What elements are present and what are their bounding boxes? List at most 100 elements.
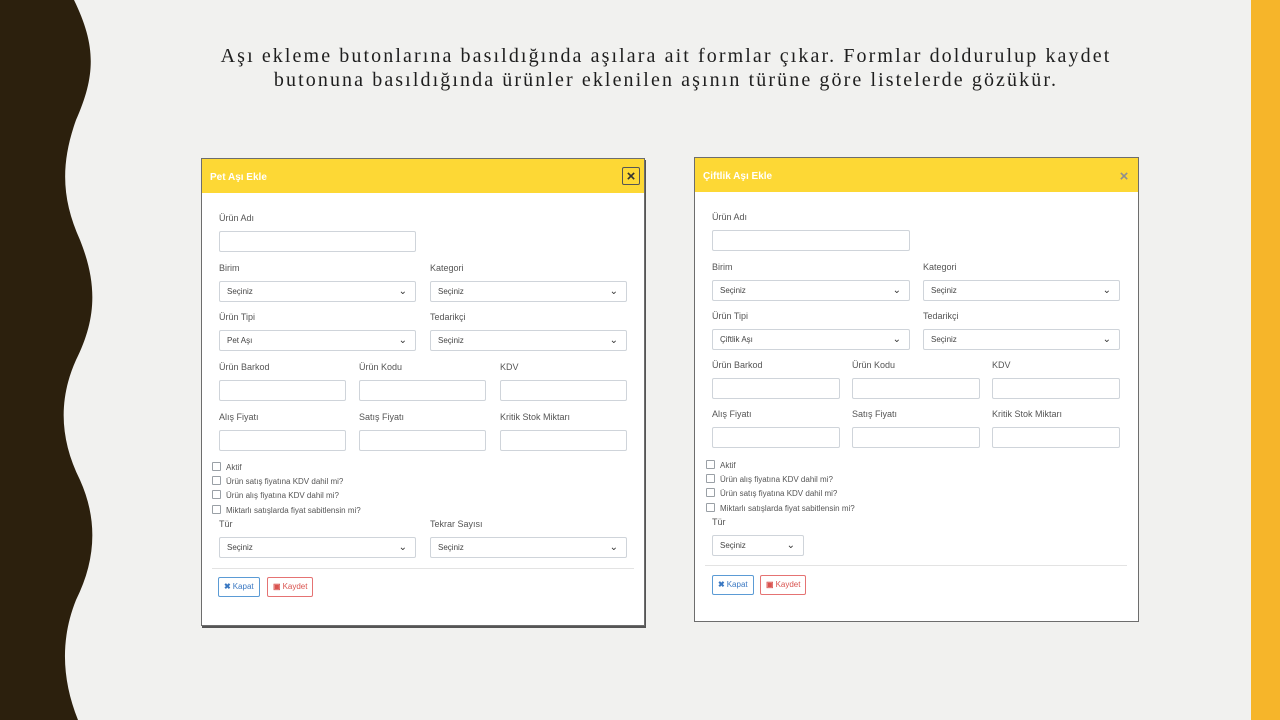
x-icon: ✖	[224, 582, 231, 591]
kapat-label: Kapat	[232, 582, 254, 591]
tekrar-value: Seçiniz	[438, 543, 464, 552]
birim-select[interactable]: Seçiniz ⌄	[219, 281, 416, 302]
birim-value: Seçiniz	[720, 286, 746, 295]
tur-select[interactable]: Seçiniz ⌄	[712, 535, 804, 556]
tedarikci-select[interactable]: Seçiniz ⌄	[923, 329, 1120, 350]
urun-tipi-select[interactable]: Pet Aşı ⌄	[219, 330, 416, 351]
urun-kodu-input[interactable]	[852, 378, 980, 399]
chevron-down-icon: ⌄	[786, 540, 795, 551]
checkbox-box[interactable]	[706, 460, 715, 469]
label-satis-fiyati: Satış Fiyatı	[852, 409, 898, 419]
checkbox-box[interactable]	[212, 476, 221, 485]
chevron-down-icon: ⌄	[609, 335, 618, 346]
heading-line-2: butonuna basıldığında ürünler eklenilen …	[273, 69, 1059, 91]
label-kritik-stok: Kritik Stok Miktarı	[992, 409, 1063, 419]
heading-line-1: Aşı ekleme butonlarına basıldığında aşıl…	[220, 45, 1112, 67]
kategori-select[interactable]: Seçiniz ⌄	[923, 280, 1120, 301]
tedarikci-value: Seçiniz	[931, 335, 957, 344]
aktif-label: Aktif	[720, 461, 736, 470]
chevron-down-icon: ⌄	[892, 285, 901, 296]
urun-kodu-input[interactable]	[359, 380, 486, 401]
pet-vaccine-modal: Pet Aşı Ekle × Ürün Adı Birim Seçiniz ⌄ K…	[201, 158, 645, 626]
label-urun-barkod: Ürün Barkod	[712, 360, 763, 370]
kdv-input[interactable]	[500, 380, 627, 401]
floppy-disk-icon: ▣	[273, 582, 281, 591]
urun-tipi-select[interactable]: Çiftlik Aşı ⌄	[712, 329, 910, 350]
satis-fiyati-input[interactable]	[852, 427, 980, 448]
aktif-checkbox[interactable]: Aktif	[706, 460, 736, 470]
satis-kdv-checkbox[interactable]: Ürün satış fiyatına KDV dahil mi?	[212, 476, 343, 486]
chevron-down-icon: ⌄	[398, 335, 407, 346]
miktarli-checkbox[interactable]: Miktarlı satışlarda fiyat sabitlensin mi…	[212, 505, 361, 515]
chevron-down-icon: ⌄	[1102, 334, 1111, 345]
urun-tipi-value: Pet Aşı	[227, 336, 253, 345]
label-alis-fiyati: Alış Fiyatı	[219, 412, 259, 422]
tekrar-sayisi-select[interactable]: Seçiniz ⌄	[430, 537, 627, 558]
kategori-value: Seçiniz	[931, 286, 957, 295]
kapat-label: Kapat	[726, 580, 748, 589]
tur-select[interactable]: Seçiniz ⌄	[219, 537, 416, 558]
kdv-input[interactable]	[992, 378, 1120, 399]
label-tur: Tür	[712, 517, 726, 527]
chevron-down-icon: ⌄	[609, 286, 618, 297]
tedarikci-select[interactable]: Seçiniz ⌄	[430, 330, 627, 351]
wavy-side-decoration	[0, 0, 93, 720]
kritik-stok-input[interactable]	[500, 430, 627, 451]
alis-fiyati-input[interactable]	[712, 427, 840, 448]
urun-barkod-input[interactable]	[712, 378, 840, 399]
label-urun-barkod: Ürün Barkod	[219, 362, 270, 372]
satis-fiyati-input[interactable]	[359, 430, 486, 451]
chevron-down-icon: ⌄	[1102, 285, 1111, 296]
label-satis-fiyati: Satış Fiyatı	[359, 412, 405, 422]
kapat-button[interactable]: ✖ Kapat	[218, 577, 260, 597]
farm-vaccine-modal: Çiftlik Aşı Ekle × Ürün Adı Birim Seçini…	[694, 157, 1139, 622]
x-icon: ✖	[718, 580, 725, 589]
label-tedarikci: Tedarikçi	[923, 311, 959, 321]
checkbox-box[interactable]	[706, 474, 715, 483]
floppy-disk-icon: ▣	[766, 580, 774, 589]
kategori-select[interactable]: Seçiniz ⌄	[430, 281, 627, 302]
checkbox-box[interactable]	[212, 490, 221, 499]
label-urun-kodu: Ürün Kodu	[852, 360, 896, 370]
alis-fiyati-input[interactable]	[219, 430, 346, 451]
satis-kdv-checkbox[interactable]: Ürün satış fiyatına KDV dahil mi?	[706, 488, 837, 498]
modal-header: Pet Aşı Ekle ×	[202, 159, 644, 193]
kritik-stok-input[interactable]	[992, 427, 1120, 448]
footer-divider	[212, 568, 634, 569]
kaydet-button[interactable]: ▣ Kaydet	[760, 575, 807, 595]
modal-title: Çiftlik Aşı Ekle	[703, 171, 773, 182]
right-accent-bar	[1251, 0, 1280, 720]
urun-barkod-input[interactable]	[219, 380, 346, 401]
alis-kdv-label: Ürün alış fiyatına KDV dahil mi?	[720, 475, 833, 484]
label-tur: Tür	[219, 519, 233, 529]
urun-tipi-value: Çiftlik Aşı	[720, 335, 753, 344]
alis-kdv-checkbox[interactable]: Ürün alış fiyatına KDV dahil mi?	[706, 474, 833, 484]
modal-title: Pet Aşı Ekle	[210, 172, 267, 183]
label-urun-kodu: Ürün Kodu	[359, 362, 403, 372]
kaydet-button[interactable]: ▣ Kaydet	[267, 577, 314, 597]
label-kdv: KDV	[992, 360, 1011, 370]
label-kategori: Kategori	[923, 262, 957, 272]
modal-header: Çiftlik Aşı Ekle ×	[695, 158, 1138, 192]
tur-value: Seçiniz	[720, 541, 746, 550]
checkbox-box[interactable]	[212, 462, 221, 471]
birim-select[interactable]: Seçiniz ⌄	[712, 280, 910, 301]
label-alis-fiyati: Alış Fiyatı	[712, 409, 752, 419]
urun-adi-input[interactable]	[712, 230, 910, 251]
satis-kdv-label: Ürün satış fiyatına KDV dahil mi?	[720, 489, 838, 498]
checkbox-box[interactable]	[706, 488, 715, 497]
checkbox-box[interactable]	[212, 505, 221, 514]
checkbox-box[interactable]	[706, 503, 715, 512]
label-kdv: KDV	[500, 362, 519, 372]
miktarli-checkbox[interactable]: Miktarlı satışlarda fiyat sabitlensin mi…	[706, 503, 855, 513]
chevron-down-icon: ⌄	[398, 286, 407, 297]
alis-kdv-checkbox[interactable]: Ürün alış fiyatına KDV dahil mi?	[212, 490, 339, 500]
close-icon[interactable]: ×	[622, 167, 640, 185]
chevron-down-icon: ⌄	[892, 334, 901, 345]
kategori-value: Seçiniz	[438, 287, 464, 296]
aktif-checkbox[interactable]: Aktif	[212, 462, 242, 472]
kapat-button[interactable]: ✖ Kapat	[712, 575, 754, 595]
close-icon[interactable]: ×	[1115, 167, 1133, 185]
label-birim: Birim	[219, 263, 240, 273]
urun-adi-input[interactable]	[219, 231, 416, 252]
